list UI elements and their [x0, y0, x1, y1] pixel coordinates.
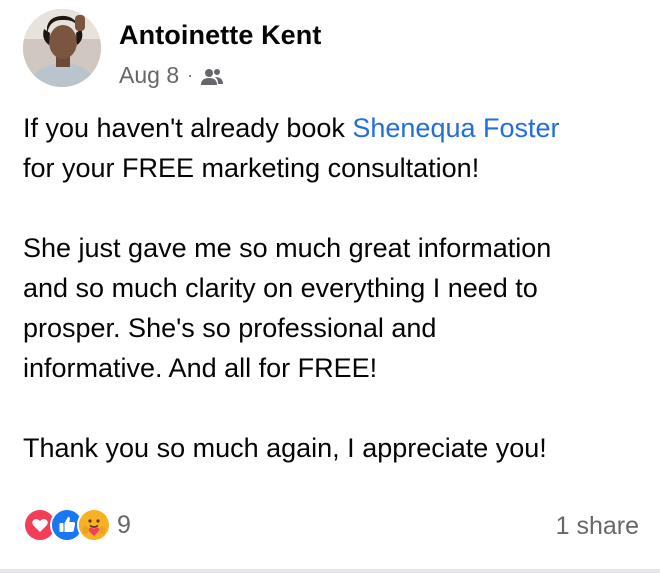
post-date[interactable]: Aug 8	[119, 62, 179, 89]
post-text: If you haven't already book	[23, 113, 353, 143]
mention-link[interactable]: Shenequa Foster	[352, 113, 559, 143]
post-card: Antoinette Kent Aug 8 · If you haven't a…	[0, 0, 660, 573]
post-paragraph-1: If you haven't already book Shenequa Fos…	[23, 108, 643, 148]
post-text: Thank you so much again, I appreciate yo…	[23, 433, 547, 463]
meta-separator: ·	[187, 65, 194, 85]
friends-icon[interactable]	[201, 66, 224, 86]
post-text: informative. And all for FREE!	[23, 353, 378, 383]
author-avatar[interactable]	[23, 9, 101, 87]
reaction-count: 9	[117, 510, 131, 539]
divider	[0, 569, 660, 573]
post-body: If you haven't already book Shenequa Fos…	[23, 108, 643, 468]
post-text: for your FREE marketing consultation!	[23, 153, 480, 183]
post-meta: Aug 8 ·	[119, 62, 224, 89]
post-text: prosper. She's so professional and	[23, 313, 437, 343]
reactions-summary[interactable]: 9	[23, 508, 131, 542]
shares-count[interactable]: 1 share	[556, 512, 639, 541]
post-text: She just gave me so much great informati…	[23, 233, 552, 263]
post-text: and so much clarity on everything I need…	[23, 273, 538, 303]
author-name[interactable]: Antoinette Kent	[119, 20, 321, 51]
care-reaction-icon	[77, 508, 111, 542]
